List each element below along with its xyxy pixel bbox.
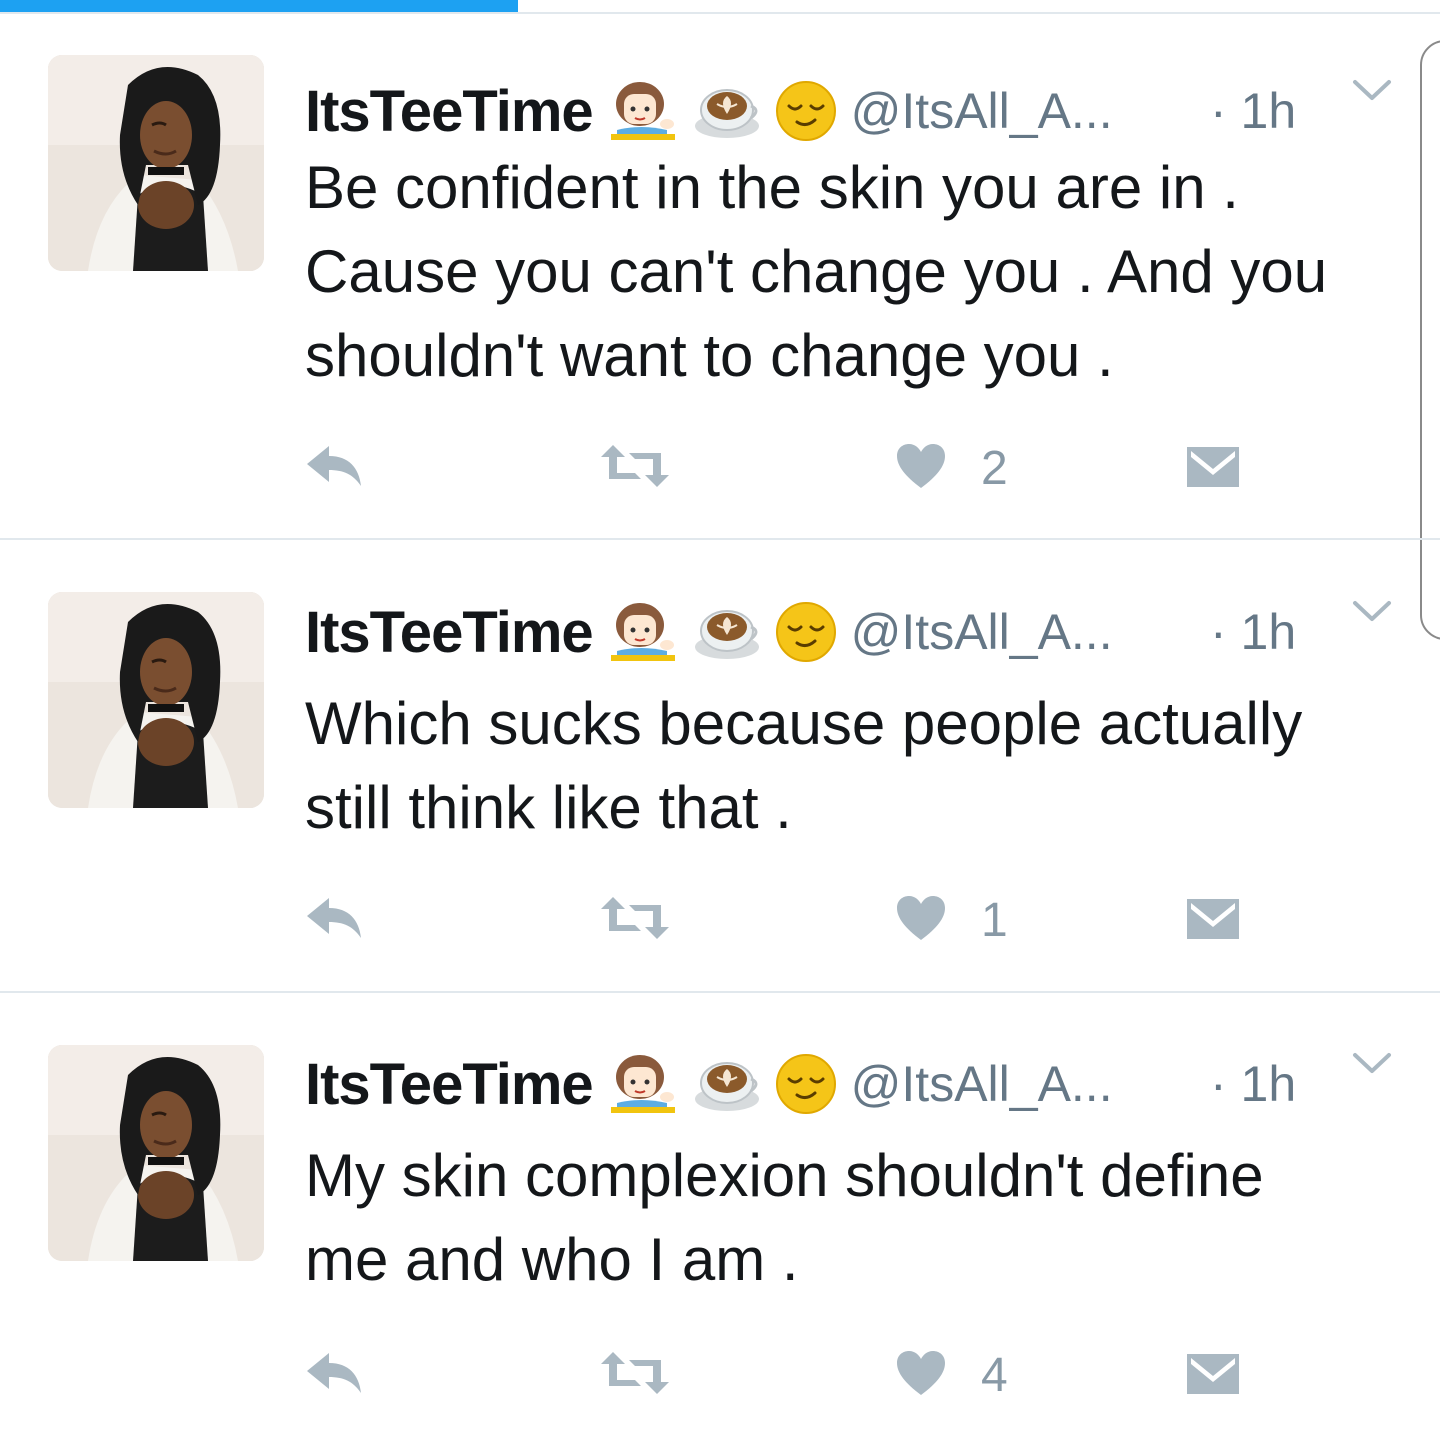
direct-message-button[interactable]: [1185, 438, 1241, 498]
load-progress-fill: [0, 0, 519, 12]
woman-tipping-hand-icon: [607, 601, 677, 663]
relieved-face-icon: [775, 601, 837, 663]
avatar[interactable]: [48, 55, 264, 271]
avatar[interactable]: [48, 1045, 264, 1261]
retweet-button[interactable]: [597, 438, 673, 498]
latte-icon: [691, 1053, 761, 1115]
retweet-icon: [597, 895, 673, 946]
tweet-actions: 4: [305, 1345, 1305, 1405]
tweet-text-line: Cause you can't change you . And you: [305, 238, 1328, 305]
avatar[interactable]: [48, 592, 264, 808]
reply-icon: [305, 894, 365, 947]
tweet-text: Be confident in the skin you are in . Ca…: [305, 146, 1405, 398]
user-handle[interactable]: @ItsAll_A...: [851, 603, 1113, 661]
tweet-time[interactable]: · 1h: [1210, 1044, 1296, 1124]
tweet-text-line: shouldn't want to change you .: [305, 322, 1114, 389]
like-count: 1: [981, 893, 1008, 947]
relieved-face-icon: [775, 1053, 837, 1115]
tweet-time[interactable]: · 1h: [1210, 592, 1296, 672]
display-name[interactable]: ItsTeeTime: [305, 78, 594, 145]
like-button[interactable]: 4: [895, 1345, 1008, 1405]
tweet[interactable]: ItsTeeTime @ItsAll_A... · 1h Which sucks…: [0, 540, 1440, 992]
tweet[interactable]: ItsTeeTime @ItsAll_A... · 1h Be confiden…: [0, 16, 1440, 538]
reply-button[interactable]: [305, 890, 365, 950]
tweet-text-line: My skin complexion shouldn't define: [305, 1142, 1264, 1209]
woman-tipping-hand-icon: [607, 80, 677, 142]
retweet-button[interactable]: [597, 890, 673, 950]
user-handle[interactable]: @ItsAll_A...: [851, 82, 1113, 140]
tweet-text-line: Be confident in the skin you are in .: [305, 154, 1239, 221]
tweet-text: Which sucks because people actually stil…: [305, 682, 1405, 850]
envelope-icon: [1185, 895, 1241, 946]
tweet-text: My skin complexion shouldn't define me a…: [305, 1134, 1405, 1302]
latte-icon: [691, 80, 761, 142]
tweet-text-line: still think like that .: [305, 774, 792, 841]
retweet-button[interactable]: [597, 1345, 673, 1405]
chevron-down-icon[interactable]: [1352, 78, 1392, 109]
tweet-text-line: me and who I am .: [305, 1226, 799, 1293]
like-button[interactable]: 1: [895, 890, 1008, 950]
tweet-time[interactable]: · 1h: [1210, 71, 1296, 151]
like-count: 4: [981, 1348, 1008, 1402]
load-progress-bar: [0, 0, 1440, 14]
like-button[interactable]: 2: [895, 438, 1008, 498]
reply-button[interactable]: [305, 1345, 365, 1405]
display-name[interactable]: ItsTeeTime: [305, 599, 594, 666]
heart-icon: [895, 1349, 947, 1402]
direct-message-button[interactable]: [1185, 1345, 1241, 1405]
heart-icon: [895, 894, 947, 947]
relieved-face-icon: [775, 80, 837, 142]
tweet-actions: 1: [305, 890, 1305, 950]
heart-icon: [895, 442, 947, 495]
reply-button[interactable]: [305, 438, 365, 498]
envelope-icon: [1185, 1350, 1241, 1401]
reply-icon: [305, 1349, 365, 1402]
envelope-icon: [1185, 443, 1241, 494]
chevron-down-icon[interactable]: [1352, 1051, 1392, 1082]
latte-icon: [691, 601, 761, 663]
reply-icon: [305, 442, 365, 495]
tweet-actions: 2: [305, 438, 1305, 498]
woman-tipping-hand-icon: [607, 1053, 677, 1115]
like-count: 2: [981, 441, 1008, 495]
display-name[interactable]: ItsTeeTime: [305, 1051, 594, 1118]
tweet[interactable]: ItsTeeTime @ItsAll_A... · 1h My skin com…: [0, 993, 1440, 1434]
retweet-icon: [597, 443, 673, 494]
direct-message-button[interactable]: [1185, 890, 1241, 950]
tweet-text-line: Which sucks because people actually: [305, 690, 1303, 757]
chevron-down-icon[interactable]: [1352, 599, 1392, 630]
user-handle[interactable]: @ItsAll_A...: [851, 1055, 1113, 1113]
retweet-icon: [597, 1350, 673, 1401]
